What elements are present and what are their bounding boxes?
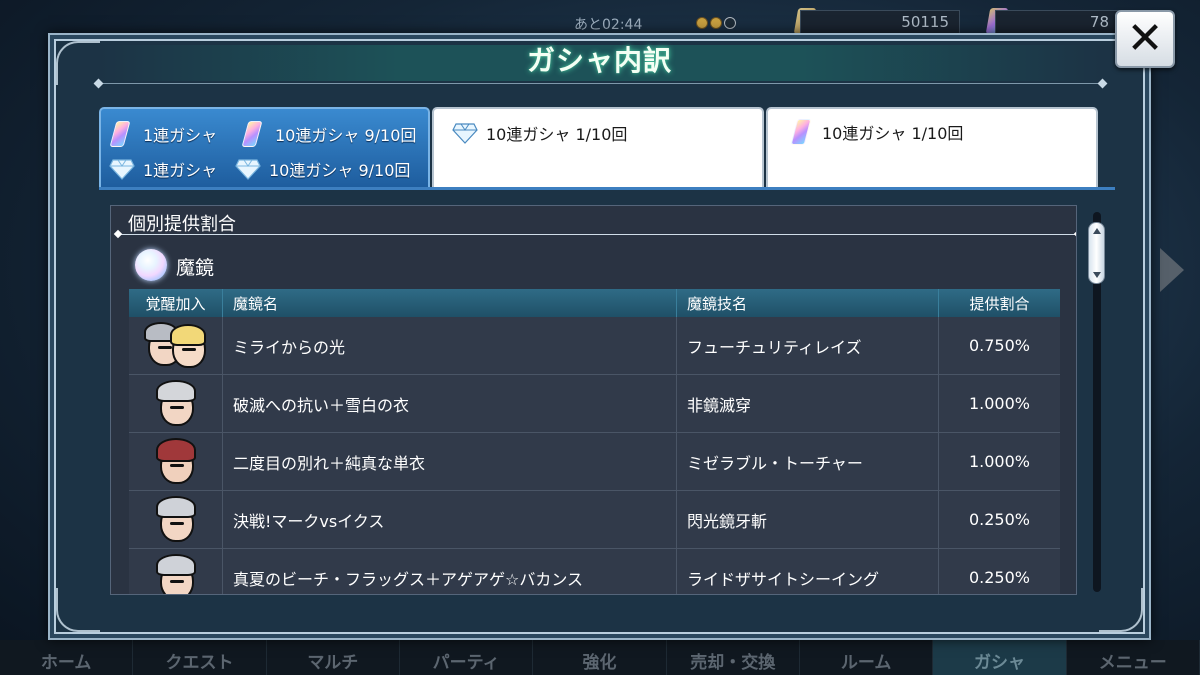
silver-hair-portrait-icon (144, 552, 208, 594)
tab-label: 10連ガシャ 9/10回 (269, 161, 411, 180)
table-row: ミライからの光 フューチュリティレイズ 0.750% (129, 317, 1060, 375)
rate-value: 1.000% (968, 452, 1030, 471)
rate-value: 0.750% (968, 336, 1030, 355)
mirror-name: 破滅への抗い＋雪白の衣 (223, 375, 677, 432)
mirror-name: ミライからの光 (223, 317, 677, 374)
nav-multi: マルチ (267, 640, 400, 675)
rate-value: 1.000% (968, 394, 1030, 413)
nav-menu: メニュー (1067, 640, 1200, 675)
silver-hair-portrait-icon (144, 494, 208, 546)
table-row: 破滅への抗い＋雪白の衣 非鏡滅穿 1.000% (129, 375, 1060, 433)
tab-label: 10連ガシャ 1/10回 (486, 125, 628, 144)
skill-name: 非鏡滅穿 (677, 375, 939, 432)
stamina-dots (696, 17, 736, 29)
subsection-title: 魔鏡 (176, 257, 215, 279)
mirror-name: 真夏のビーチ・フラッグス＋アゲアゲ☆バカンス (223, 549, 677, 594)
prism-icon (241, 121, 263, 147)
column-header-rate: 提供割合 (969, 295, 1030, 313)
diamond-icon (235, 159, 261, 180)
tab-underline (99, 187, 1115, 190)
section-title: 個別提供割合 (128, 214, 236, 235)
rates-panel[interactable]: 個別提供割合 魔鏡 覚醒加入 魔鏡名 魔鏡技名 提供割合 ミライからの光 フュー… (110, 205, 1077, 595)
nav-gacha: ガシャ (933, 640, 1067, 675)
skill-name: 閃光鏡牙斬 (677, 491, 939, 548)
column-header-mirror-name: 魔鏡名 (223, 289, 677, 317)
scrollbar-thumb[interactable] (1088, 222, 1105, 284)
tab-label: 1連ガシャ (143, 126, 218, 145)
next-arrow-icon (1160, 248, 1184, 292)
red-hair-portrait-icon (144, 436, 208, 488)
tab-gacha-2[interactable]: 10連ガシャ 1/10回 (432, 107, 764, 189)
column-header-skill-name: 魔鏡技名 (677, 289, 939, 317)
section-divider (117, 234, 1076, 235)
nav-room: ルーム (800, 640, 934, 675)
table-row: 決戦!マークvsイクス 閃光鏡牙斬 0.250% (129, 491, 1060, 549)
rates-table: 覚醒加入 魔鏡名 魔鏡技名 提供割合 ミライからの光 フューチュリティレイズ 0… (129, 289, 1060, 594)
nav-home: ホーム (0, 640, 134, 675)
diamond-icon (109, 159, 135, 180)
table-row: 二度目の別れ＋純真な単衣 ミゼラブル・トーチャー 1.000% (129, 433, 1060, 491)
tab-label: 10連ガシャ 1/10回 (822, 124, 964, 143)
gold-counter: 50115 (800, 10, 960, 34)
tab-label: 10連ガシャ 9/10回 (275, 126, 417, 145)
mirror-orb-icon (135, 249, 167, 281)
tab-gacha-1[interactable]: 1連ガシャ 10連ガシャ 9/10回 1連ガシャ 10連ガシャ 9/10回 (99, 107, 430, 189)
gem-counter: 78 (995, 10, 1120, 34)
duo-portrait-icon (143, 320, 208, 372)
rate-value: 0.250% (968, 510, 1030, 529)
tab-label: 1連ガシャ (143, 161, 218, 180)
frame-ornament (1099, 588, 1143, 632)
skill-name: ミゼラブル・トーチャー (677, 433, 939, 490)
rate-value: 0.250% (968, 568, 1030, 587)
mirror-name: 決戦!マークvsイクス (223, 491, 677, 548)
modal-title: ガシャ内訳 (526, 44, 672, 77)
diamond-icon (452, 123, 478, 144)
silver-hair-portrait-icon (144, 378, 208, 430)
nav-enhance: 強化 (533, 640, 667, 675)
mirror-name: 二度目の別れ＋純真な単衣 (223, 433, 677, 490)
nav-sell-exchange: 売却・交換 (667, 640, 800, 675)
skill-name: フューチュリティレイズ (677, 317, 939, 374)
skill-name: ライドザサイトシーイング (677, 549, 939, 594)
table-row: 真夏のビーチ・フラッグス＋アゲアゲ☆バカンス ライドザサイトシーイング 0.25… (129, 549, 1060, 594)
prism-icon (109, 121, 131, 147)
event-timer: あと02:44 (574, 17, 643, 33)
tab-gacha-3[interactable]: 10連ガシャ 1/10回 (766, 107, 1098, 189)
frame-ornament (56, 588, 100, 632)
table-header: 覚醒加入 魔鏡名 魔鏡技名 提供割合 (129, 289, 1060, 317)
prism-icon (790, 119, 812, 145)
column-header-awakening: 覚醒加入 (129, 289, 223, 317)
nav-party: パーティ (400, 640, 534, 675)
bottom-nav: ホーム クエスト マルチ パーティ 強化 売却・交換 ルーム ガシャ メニュー (0, 640, 1200, 675)
title-divider (98, 83, 1103, 84)
close-button[interactable]: ✕ (1115, 10, 1175, 68)
nav-quest: クエスト (133, 640, 267, 675)
